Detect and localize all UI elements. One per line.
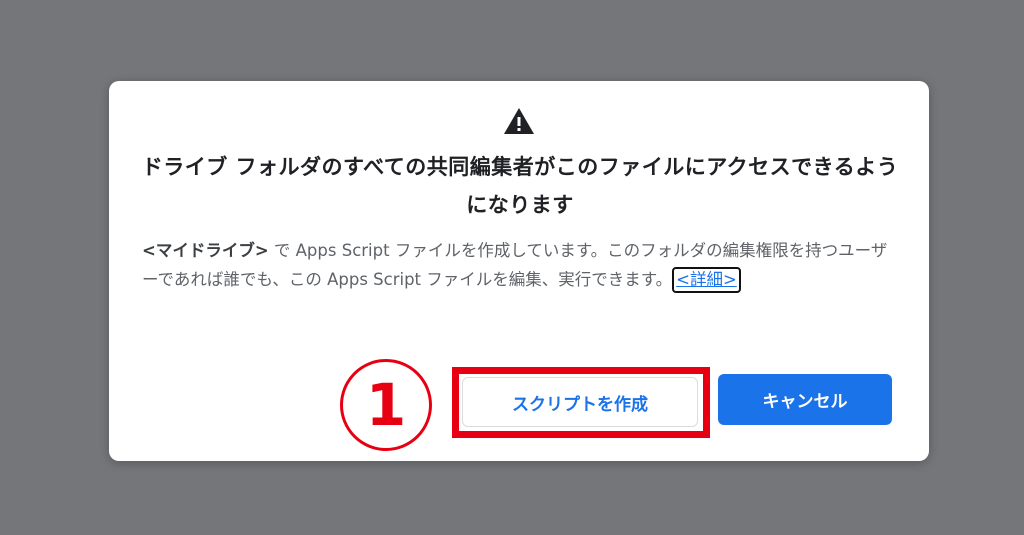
step-number-annotation: 1 [340, 359, 432, 451]
details-link[interactable]: <詳細> [672, 267, 741, 293]
dialog-title: ドライブ フォルダのすべての共同編集者がこのファイルにアクセスできるようになりま… [141, 155, 899, 217]
cancel-button[interactable]: キャンセル [718, 374, 892, 425]
dialog-message: <マイドライブ> で Apps Script ファイルを作成しています。このフォ… [142, 236, 894, 294]
my-drive-label: <マイドライブ> [142, 241, 269, 260]
warning-icon [504, 108, 534, 134]
create-script-button[interactable]: スクリプトを作成 [462, 377, 698, 427]
